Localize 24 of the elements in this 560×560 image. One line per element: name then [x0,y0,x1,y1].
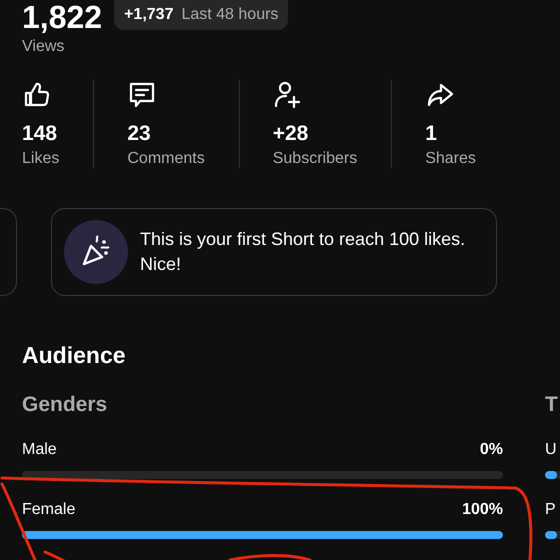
stat-value: 148 [22,122,58,146]
stat-label: Likes [22,150,60,168]
percentage: 0% [480,441,503,459]
period-label: Last 48 hours [181,6,278,24]
subsection-title: T [545,393,559,417]
stat-label: Subscribers [272,150,358,168]
percentage: 100% [462,501,503,519]
views-change: +1,737 [124,6,174,24]
milestone-message: This is your first Short to reach 100 likes. Nice! [140,228,466,276]
stat-value: 23 [127,122,152,146]
party-popper-icon [64,220,128,284]
subscriber-icon [272,80,303,110]
gender-label: Female [22,501,76,519]
row-label: U [545,441,557,459]
stat-value: 1 [425,122,438,146]
gender-label: Male [22,441,57,459]
row-label: P [545,501,556,519]
subsection-title: Genders [22,393,108,417]
section-title: Audience [22,342,127,369]
stat-label: Shares [425,150,476,168]
stat-label: Comments [127,150,205,168]
views-label: Views [21,37,66,56]
views-count: 1,822 [22,0,102,34]
stat-value: +28 [272,122,310,146]
